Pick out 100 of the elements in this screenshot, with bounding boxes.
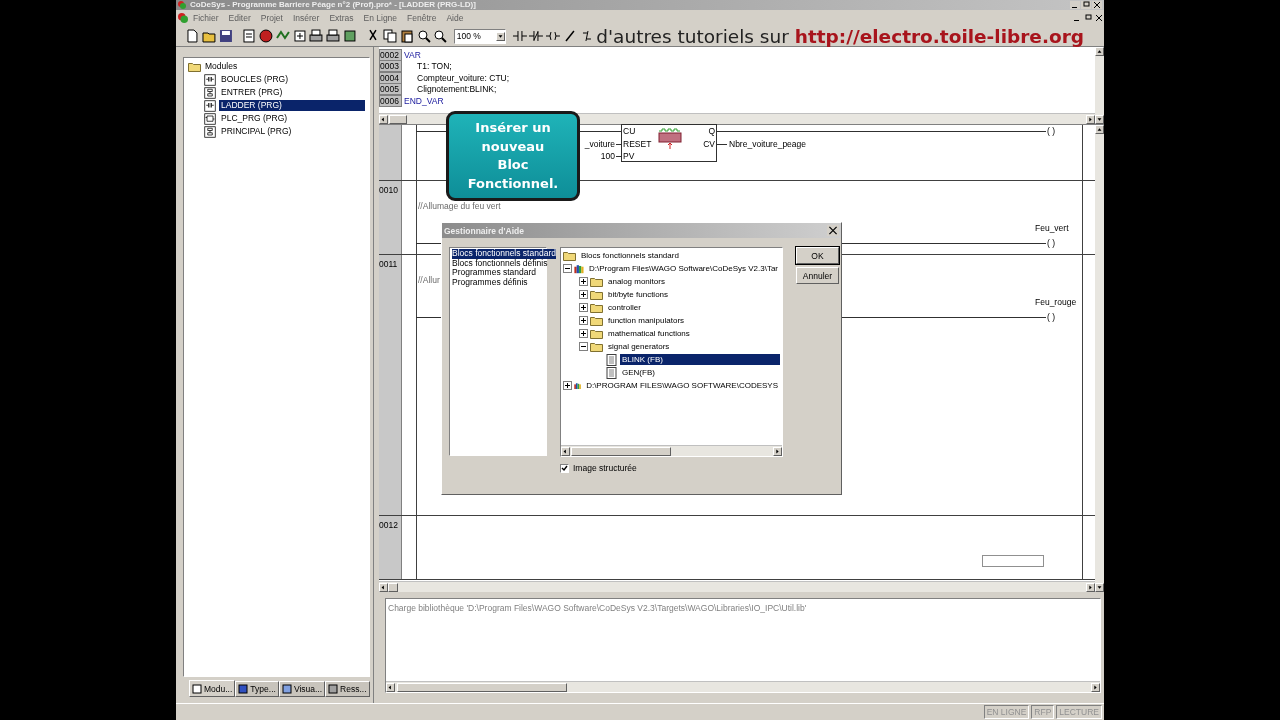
tree-item[interactable]: signal generators [606, 341, 672, 352]
new-file-icon[interactable] [184, 28, 200, 44]
panel-tab[interactable]: Visua... [278, 681, 326, 697]
line-number: 0002 [379, 48, 402, 61]
scroll-up-icon[interactable] [1095, 125, 1104, 134]
scroll-right-icon[interactable] [773, 446, 782, 456]
pin-label: RESET [623, 139, 652, 149]
coil-symbol[interactable]: ( ) [1047, 126, 1056, 136]
menu-item[interactable]: Aide [441, 13, 469, 23]
printer-icon[interactable] [308, 28, 325, 44]
scroll-down-icon[interactable] [1095, 115, 1104, 124]
code-line: END_VAR [403, 95, 444, 106]
menu-item[interactable]: Fichier [188, 13, 224, 23]
scroll-thumb[interactable] [571, 446, 671, 456]
negated-contact-icon[interactable] [528, 28, 545, 44]
menu-item[interactable]: En Ligne [358, 13, 403, 23]
scroll-down-icon[interactable] [1095, 583, 1104, 592]
dialog-title: Gestionnaire d'Aide [444, 225, 524, 236]
line-number: 0005 [379, 83, 402, 96]
folder-icon [590, 328, 603, 339]
category-item[interactable]: Blocs fonctionnels définis [452, 258, 548, 269]
pulse-icon [658, 128, 682, 150]
printer-icon[interactable] [325, 28, 342, 44]
contact-icon[interactable] [511, 28, 528, 44]
tree-root[interactable]: Modules [203, 61, 240, 72]
tree-item[interactable]: D:\Program Files\WAGO Software\CoDeSys V2.3\Tar [586, 263, 780, 274]
checkbox[interactable] [560, 463, 569, 473]
scroll-left-icon[interactable] [379, 582, 388, 592]
menu-item[interactable]: Extras [324, 13, 359, 23]
close-icon[interactable] [1094, 14, 1104, 22]
tree-item[interactable]: BLINK (FB) [620, 354, 780, 365]
module-item[interactable]: PRINCIPAL (PRG) [219, 126, 365, 137]
scroll-thumb[interactable] [389, 114, 407, 124]
cancel-button[interactable]: Annuler [796, 267, 839, 284]
module-item[interactable]: LADDER (PRG) [219, 100, 365, 111]
scroll-up-icon[interactable] [1095, 47, 1104, 56]
module-item[interactable]: PLC_PRG (PRG) [219, 113, 365, 124]
coil-symbol[interactable]: ( ) [1047, 238, 1056, 248]
line-number: 0003 [379, 60, 402, 73]
restore-icon[interactable] [1083, 14, 1093, 22]
folder-icon [590, 315, 603, 326]
panel-tab[interactable]: Type... [235, 681, 279, 697]
expand-icon[interactable] [579, 303, 588, 312]
scroll-left-icon[interactable] [386, 682, 395, 692]
find-icon[interactable] [415, 28, 432, 44]
expand-icon[interactable] [579, 329, 588, 338]
expand-icon[interactable] [563, 381, 572, 390]
tree-item[interactable]: analog monitors [606, 276, 667, 287]
scroll-left-icon[interactable] [561, 446, 570, 456]
tree-item[interactable]: GEN(FB) [620, 367, 657, 378]
expand-icon[interactable] [579, 277, 588, 286]
expand-icon[interactable] [579, 316, 588, 325]
menu-item[interactable]: Insérer [287, 13, 325, 23]
network-number: 0011 [379, 255, 402, 515]
scroll-thumb[interactable] [397, 682, 567, 692]
folder-icon [590, 276, 603, 287]
minimize-icon[interactable] [1070, 1, 1080, 9]
panel-tab[interactable]: Modu... [189, 680, 236, 697]
collapse-icon[interactable] [563, 264, 572, 273]
paste-icon[interactable] [399, 28, 415, 44]
zoom-dropdown[interactable]: 100 % [453, 28, 506, 44]
copy-icon[interactable] [382, 28, 398, 44]
function-block[interactable]: CU RESET PV Q CV [621, 124, 717, 162]
scroll-thumb[interactable] [388, 582, 398, 592]
code-line: Compteur_voiture: CTU; [416, 72, 510, 83]
folder-icon [563, 250, 576, 261]
category-item[interactable]: Programmes standard [452, 268, 537, 278]
status-cell: EN LIGNE [983, 705, 1030, 719]
input-variable: 100 [599, 151, 615, 161]
restore-icon[interactable] [1081, 1, 1091, 9]
panel-tab[interactable]: Ress... [325, 681, 370, 697]
document-logo-icon[interactable] [178, 13, 188, 23]
category-item[interactable]: Blocs fonctionnels standard [452, 249, 556, 259]
menu-item[interactable]: Editer [223, 13, 256, 23]
category-item[interactable]: Programmes définis [452, 277, 528, 288]
tree-item[interactable]: controller [606, 302, 643, 313]
menu-item[interactable]: Fenêtre [402, 13, 442, 23]
scroll-right-icon[interactable] [1091, 682, 1100, 692]
coil-symbol[interactable]: ( ) [1047, 312, 1056, 322]
scroll-left-icon[interactable] [379, 114, 388, 124]
module-item[interactable]: BOUCLES (PRG) [219, 74, 365, 85]
scroll-right-icon[interactable] [1086, 114, 1095, 124]
insert-icon[interactable] [291, 28, 308, 44]
module-item[interactable]: ENTRER (PRG) [219, 87, 365, 98]
collapse-icon[interactable] [579, 342, 588, 351]
selection-frame [982, 555, 1044, 567]
scroll-right-icon[interactable] [1086, 582, 1095, 592]
menu-item[interactable]: Projet [255, 13, 288, 23]
close-icon[interactable] [1092, 1, 1102, 9]
save-icon[interactable] [217, 28, 234, 44]
ok-button[interactable]: OK [796, 247, 839, 264]
expand-icon[interactable] [579, 290, 588, 299]
dropdown-arrow-icon[interactable] [495, 31, 505, 41]
stop-icon[interactable] [257, 28, 274, 44]
tree-item[interactable]: bit/byte functions [606, 289, 671, 300]
tree-item[interactable]: function manipulators [606, 315, 687, 326]
tree-item[interactable]: D:\PROGRAM FILES\WAGO SOFTWARE\CODESYS [584, 380, 780, 391]
close-icon[interactable] [827, 225, 839, 236]
tree-item[interactable]: mathematical functions [606, 328, 692, 339]
tree-item[interactable]: Blocs fonctionnels standard [579, 250, 681, 261]
